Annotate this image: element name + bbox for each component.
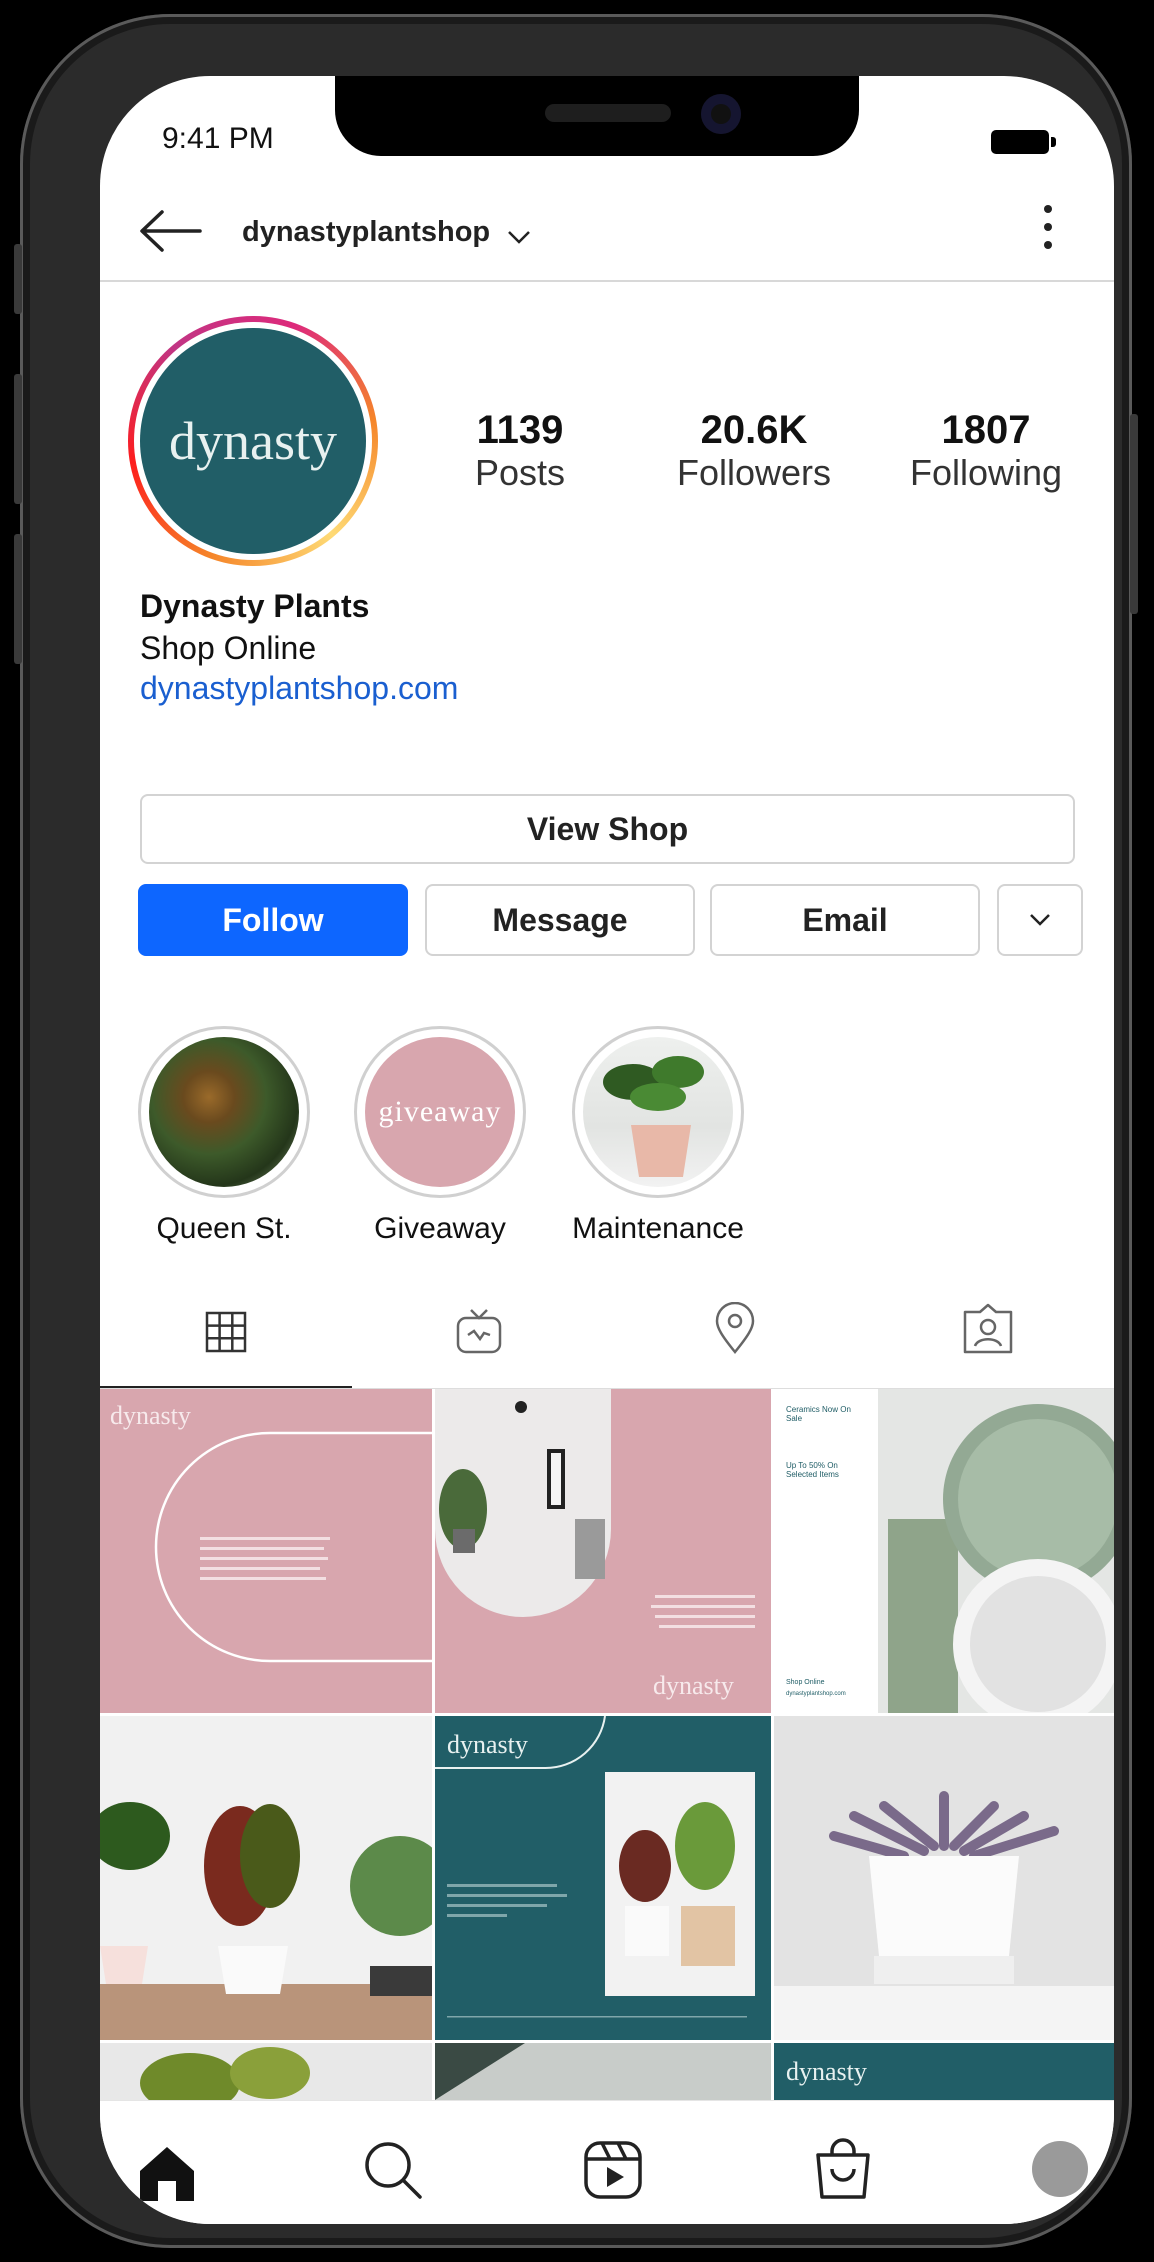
posts-stat[interactable]: 1139 Posts [420,408,620,494]
notch [335,76,859,156]
post-room-photo [435,1389,755,1628]
post-tile[interactable] [100,2043,432,2100]
header-divider [100,280,1114,282]
following-count: 1807 [941,408,1031,452]
post-ceramics-photo [878,1389,1114,1713]
highlight-ring [572,1026,744,1198]
post-tile[interactable]: Ceramics Now On Sale Up To 50% On Select… [774,1389,1114,1713]
post-teal-graphic [435,1716,755,2018]
highlight-label: Giveaway [374,1212,506,1245]
posts-label: Posts [474,452,566,493]
bottom-nav [100,2100,1114,2224]
follow-button[interactable]: Follow [138,884,408,956]
highlight-giveaway[interactable]: giveaway Giveaway [354,1026,526,1246]
volume-down-button [14,534,22,664]
chevron-down-icon [1030,914,1050,926]
highlight-cover-plants-image [149,1037,299,1187]
post-text-panel: Ceramics Now On Sale Up To 50% On Select… [774,1389,878,1713]
following-label: Following [909,452,1063,493]
search-icon[interactable] [362,2139,424,2206]
post-tile[interactable]: dynasty [435,1716,771,2040]
highlight-ring: giveaway [354,1026,526,1198]
post-caption-text: Up To 50% On Selected Items [786,1461,839,1479]
highlight-label: Maintenance [572,1212,744,1245]
followers-label: Followers [676,452,832,493]
post-tile[interactable]: dynasty [774,2043,1114,2100]
home-icon[interactable] [136,2143,198,2208]
battery-tip [1051,137,1056,147]
highlight-label: Queen St. [156,1212,292,1245]
view-shop-button[interactable]: View Shop [140,794,1075,864]
suggested-dropdown-button[interactable] [997,884,1083,956]
speaker [545,104,671,122]
post-room-photo [435,2043,525,2100]
post-caption-text: Ceramics Now On Sale [786,1405,851,1423]
post-tile[interactable] [435,2043,771,2100]
grid-icon[interactable] [204,1310,248,1359]
posts-count: 1139 [476,408,564,452]
giveaway-cover-text: giveaway [378,1095,502,1128]
highlight-cover-giveaway: giveaway [365,1037,515,1187]
post-leaves-photo [140,2047,310,2100]
post-tile[interactable]: dynasty [100,1389,432,1713]
post-tile[interactable] [100,1716,432,2040]
highlight-maintenance[interactable]: Maintenance [572,1026,744,1246]
profile-name: Dynasty Plants [140,588,370,624]
shop-bag-icon[interactable] [812,2137,874,2206]
post-arch-graphic [154,1431,432,1663]
chevron-down-icon[interactable] [506,228,532,251]
screen: 9:41 PM dynastyplantshop dynasty 1139 Po… [100,76,1114,2224]
header-username[interactable]: dynastyplantshop [242,216,490,249]
status-time: 9:41 PM [162,122,274,155]
highlight-queen-st[interactable]: Queen St. [138,1026,310,1246]
igtv-icon[interactable] [454,1306,504,1361]
post-caption-text: dynastyplantshop.com [786,1691,846,1697]
avatar[interactable]: dynasty [128,316,378,566]
post-logo-text: dynasty [653,1671,734,1700]
location-pin-icon[interactable] [712,1301,758,1361]
front-camera [701,94,741,134]
followers-stat[interactable]: 20.6K Followers [654,408,854,494]
post-tile[interactable] [774,1716,1114,2040]
highlight-ring [138,1026,310,1198]
post-logo-text: dynasty [786,2057,867,2086]
back-arrow-icon[interactable] [136,206,206,261]
profile-category: Shop Online [140,630,317,666]
post-tile[interactable]: dynasty [435,1389,771,1713]
email-button[interactable]: Email [710,884,980,956]
profile-icon[interactable] [1032,2141,1088,2197]
reels-icon[interactable] [582,2139,644,2206]
profile-link[interactable]: dynastyplantshop.com [140,670,458,707]
power-button [1130,414,1138,614]
following-stat[interactable]: 1807 Following [886,408,1086,494]
message-button[interactable]: Message [425,884,695,956]
highlight-cover-pot-image [583,1037,733,1187]
post-plants-photo [100,1802,432,2040]
volume-up-button [14,374,22,504]
followers-count: 20.6K [700,408,808,452]
phone-frame: 9:41 PM dynastyplantshop dynasty 1139 Po… [14,14,1138,2248]
avatar-logo: dynasty [140,328,366,554]
post-caption-text: Shop Online [786,1679,825,1686]
tagged-icon[interactable] [960,1302,1016,1361]
mute-switch [14,244,22,314]
more-options-icon[interactable] [1038,202,1058,257]
battery-icon [991,130,1049,154]
post-succulent-photo [774,1791,1114,2040]
